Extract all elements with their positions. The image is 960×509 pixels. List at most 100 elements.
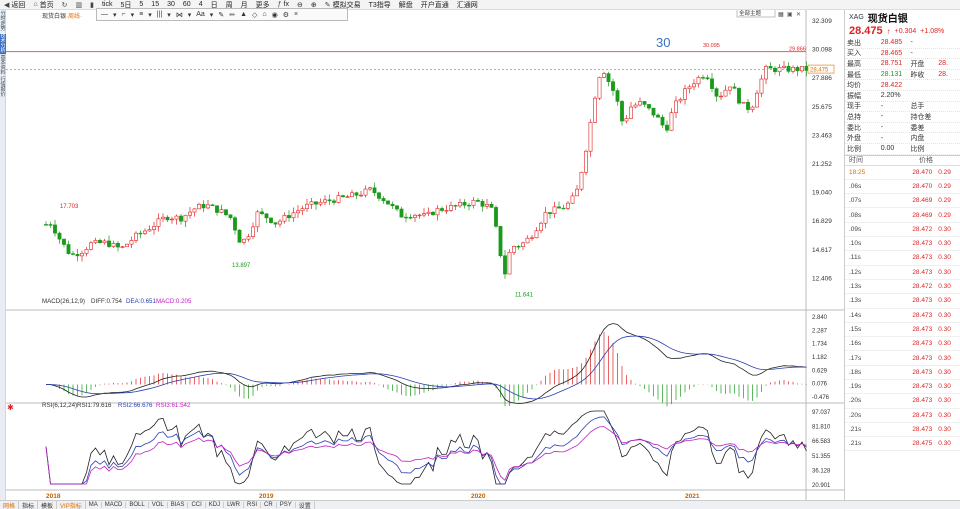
back-icon: ◀	[4, 1, 10, 9]
indicator-tab-1[interactable]: 模板	[38, 501, 58, 509]
candle-body	[300, 208, 305, 212]
topbar-item-2[interactable]: ↻	[58, 1, 72, 9]
indicator-tab-2[interactable]: VIP指标	[57, 501, 86, 509]
topbar-item-label: 60	[182, 1, 191, 8]
candle-body	[557, 206, 561, 209]
topbar-item-3[interactable]: ▥	[72, 1, 87, 9]
indicator-tab-10[interactable]: LWR	[224, 502, 245, 508]
candle-body	[606, 73, 611, 82]
drawing-tool-7[interactable]: ▾	[167, 11, 171, 19]
quote-label: 比例	[847, 145, 861, 153]
candle-body	[512, 245, 516, 253]
tick-volume: 0.29	[938, 211, 951, 219]
drawing-tool-14[interactable]: ▲	[240, 11, 247, 18]
drawing-toolbar[interactable]: — ▾ ⌐ ▾ ≡ ▾ ||| ▾ ⋈ ▾ Aa ▾ ✎ ✏ ▲ ◇ ⌂ ◉ ⚙ ×	[96, 8, 348, 21]
drawing-tool-3[interactable]: ▾	[131, 11, 135, 19]
candle-body	[62, 238, 66, 245]
grid-toggle[interactable]: 网格	[0, 501, 20, 509]
topbar-item-label: 解盘	[398, 1, 413, 9]
rsi-y-tick: 81.810	[812, 425, 831, 431]
topbar-item-10[interactable]: 60	[179, 1, 195, 8]
candle-body	[741, 101, 746, 104]
tick-row: .06s 28.470 0.29	[845, 180, 960, 195]
candle-body	[660, 116, 665, 126]
topbar-item-16[interactable]: ƒ fx	[274, 1, 293, 8]
indicator-tab-6[interactable]: VOL	[149, 502, 168, 508]
drawing-tool-5[interactable]: ▾	[148, 11, 152, 19]
drawing-tool-4[interactable]: ≡	[139, 11, 143, 18]
topbar-item-21[interactable]: 解盘	[395, 0, 417, 9]
indicator-tab-13[interactable]: PSY	[277, 502, 296, 508]
rsi1-value: RSI1:79.616	[77, 402, 112, 409]
topbar-item-20[interactable]: T3指导	[365, 0, 395, 9]
tick-price: 28.470	[912, 168, 933, 176]
indicator-tab-7[interactable]: BIAS	[168, 502, 189, 508]
drawing-tool-0[interactable]: —	[101, 11, 108, 18]
indicator-tab-14[interactable]: 设置	[296, 501, 315, 509]
tick-volume: 0.30	[938, 240, 951, 248]
candle-body	[777, 67, 782, 72]
drawing-tool-18[interactable]: ⚙	[283, 11, 289, 19]
candle-body	[201, 204, 206, 209]
chart-header: 现货白银·周线·	[42, 14, 83, 20]
drawing-tool-2[interactable]: ⌐	[122, 11, 126, 18]
indicator-tab-12[interactable]: CR	[261, 502, 277, 508]
ticks-time-header: 时间	[849, 157, 863, 165]
drawing-tool-15[interactable]: ◇	[252, 11, 257, 19]
drawing-tool-9[interactable]: ▾	[188, 11, 192, 19]
candle-body	[98, 240, 102, 244]
drawing-tool-6[interactable]: |||	[157, 11, 162, 18]
drawing-tool-10[interactable]: Aa	[196, 11, 205, 18]
drawing-tool-17[interactable]: ◉	[272, 11, 278, 19]
quote-label-2: 内盘	[910, 135, 925, 143]
chart-area[interactable]: 32.309 30.098 27.886 25.675 23.463 21.252 19.0…	[6, 8, 844, 500]
drawing-tool-19[interactable]: ×	[294, 11, 298, 18]
quote-label: 买入	[847, 50, 861, 58]
candle-body	[161, 216, 165, 220]
tick-row: .11s 28.473 0.30	[845, 251, 960, 266]
indicator-tab-3[interactable]: MA	[86, 502, 102, 508]
tick-time: .20s	[849, 397, 862, 405]
candle-body	[120, 246, 125, 248]
drawing-tool-12[interactable]: ✎	[218, 11, 224, 19]
candle-body	[147, 229, 152, 232]
drawing-tool-8[interactable]: ⋈	[176, 11, 183, 19]
drawing-tool-1[interactable]: ▾	[113, 11, 117, 19]
topbar-item-7[interactable]: 5	[135, 1, 147, 8]
tick-time: .15s	[849, 325, 862, 333]
quote-label-2: -	[910, 49, 913, 57]
kline-chart[interactable]: 32.309 30.098 27.886 25.675 23.463 21.252 19.0…	[6, 8, 844, 500]
indicator-tab-8[interactable]: CCI	[188, 502, 206, 508]
text-annotation-30: 30	[656, 35, 670, 50]
drawing-tool-16[interactable]: ⌂	[262, 11, 266, 18]
topbar-item-5[interactable]: tick	[98, 1, 117, 8]
candle-body	[305, 203, 309, 210]
candle-body	[701, 77, 705, 79]
candle-body	[480, 201, 485, 207]
ticks-list: 18:25 28.470 0.29 .06s 28.470 0.29 .07s 28.469 0…	[845, 166, 960, 452]
bar-icon: ▮	[90, 1, 94, 9]
all-indicators-label: 全部主题	[739, 10, 762, 17]
candle-body	[345, 196, 350, 198]
topbar-item-22[interactable]: 开户直通	[417, 0, 453, 9]
candle-body	[134, 232, 138, 241]
drawing-tool-11[interactable]: ▾	[210, 11, 214, 19]
candle-body	[233, 217, 237, 231]
topbar-item-23[interactable]: 汇通网	[453, 0, 482, 9]
indicator-tab-4[interactable]: MACD	[102, 502, 127, 508]
topbar-item-11[interactable]: 4	[195, 1, 207, 8]
topbar-item-8[interactable]: 15	[147, 1, 163, 8]
topbar-item-1[interactable]: ⌂ 首页	[29, 0, 57, 9]
candle-body	[498, 226, 503, 257]
indicator-tab-5[interactable]: BOLL	[126, 502, 149, 508]
indicator-tab-9[interactable]: KDJ	[206, 502, 225, 508]
indicator-tab-0[interactable]: 指标	[19, 501, 39, 509]
drawing-tool-13[interactable]: ✏	[229, 11, 235, 19]
candle-body	[278, 220, 282, 225]
topbar-item-0[interactable]: ◀ 返回	[0, 0, 29, 9]
candle-body	[714, 88, 719, 97]
quote-row: 均价 28.422	[845, 80, 960, 91]
indicator-tab-11[interactable]: RSI	[244, 502, 262, 508]
candle-body	[390, 203, 395, 207]
topbar-item-9[interactable]: 30	[163, 1, 179, 8]
